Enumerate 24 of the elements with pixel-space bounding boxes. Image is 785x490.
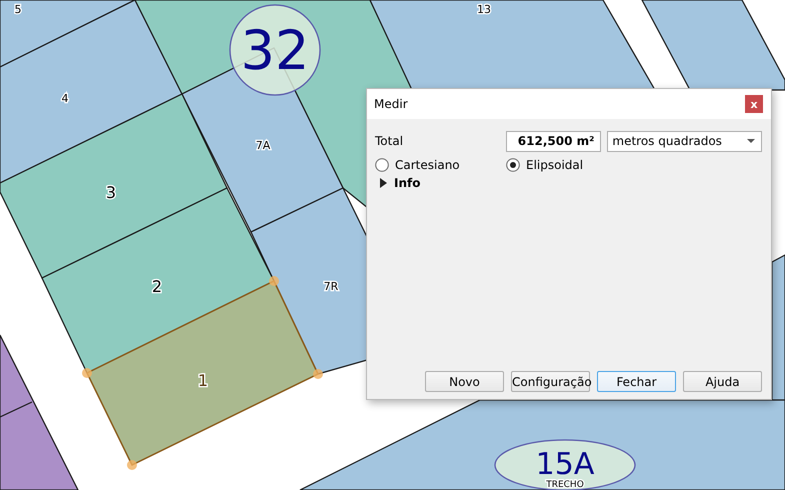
unit-dropdown[interactable]: metros quadrados [607, 130, 762, 152]
parcel-boundary [0, 401, 32, 418]
dialog-title: Medir [374, 97, 408, 111]
lot-label: 3 [106, 182, 116, 202]
lot-label: 13 [477, 2, 491, 16]
dialog-button[interactable]: Ajuda [683, 371, 762, 392]
close-button[interactable]: x [745, 95, 763, 113]
lot-label: 4 [62, 92, 68, 105]
lot-label: 7A [256, 138, 270, 152]
lot-label: 1 [198, 370, 208, 390]
block-label: 32 [229, 4, 321, 96]
lot-label: 2 [152, 276, 162, 296]
radio-option[interactable]: Cartesiano [375, 158, 506, 172]
lot-label: 5 [14, 2, 22, 16]
dialog-button[interactable]: Fechar [597, 371, 676, 392]
caret-icon [746, 139, 755, 143]
total-label: Total [375, 134, 404, 148]
radio-option[interactable]: Elipsoidal [506, 158, 637, 172]
lot-label: 7R [324, 280, 338, 293]
dialog-button[interactable]: Configuração [511, 371, 590, 392]
total-field[interactable]: 612,500 m² [506, 130, 602, 152]
info-expander[interactable]: Info [380, 176, 420, 190]
block-label: 15A TRECHO [494, 439, 636, 490]
dialog-button[interactable]: Novo [425, 371, 504, 392]
